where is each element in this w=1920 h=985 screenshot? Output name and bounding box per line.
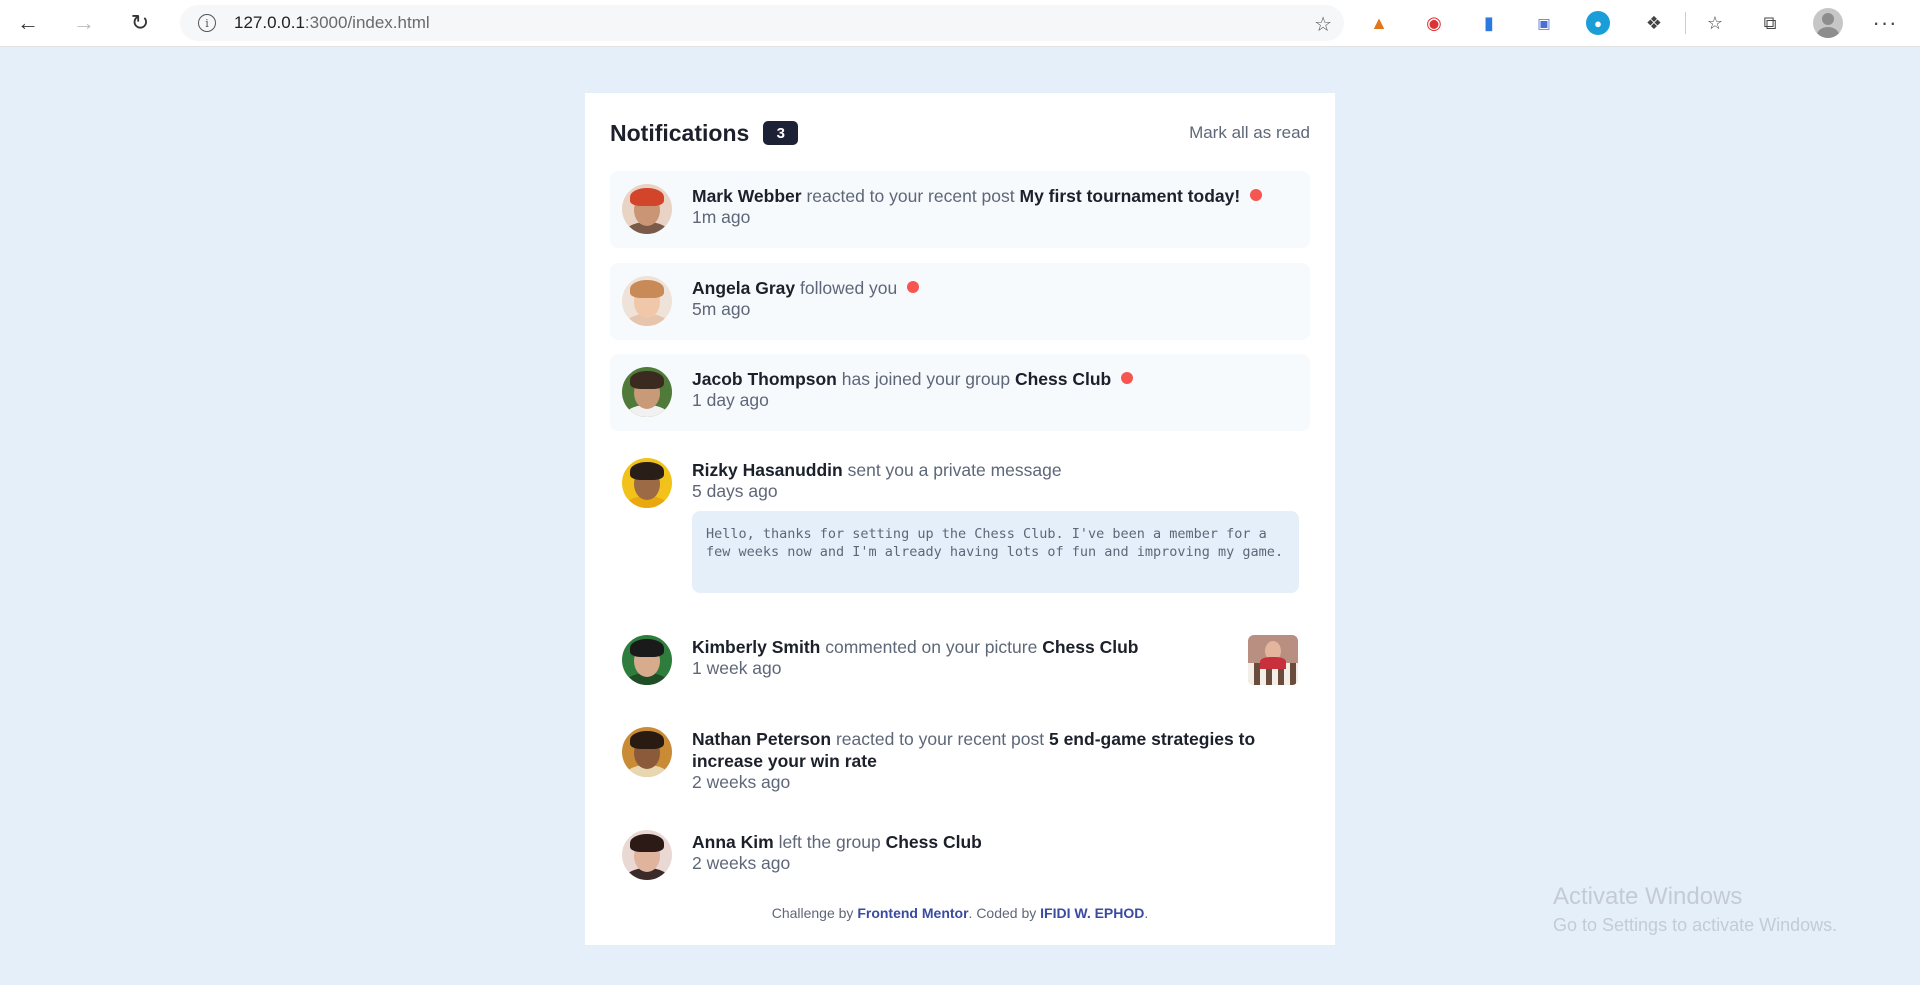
add-favorite-icon[interactable]: ☆ (1314, 12, 1332, 37)
notification-user-name[interactable]: Nathan Peterson (692, 729, 831, 749)
notification-time: 1 week ago (692, 658, 782, 678)
avatar (622, 276, 672, 326)
private-message[interactable]: Hello, thanks for setting up the Chess C… (692, 511, 1299, 593)
windows-activation-watermark: Activate Windows Go to Settings to activ… (1553, 883, 1837, 936)
reload-icon[interactable]: ↻ (112, 0, 168, 47)
notification-item[interactable]: Kimberly Smith commented on your picture… (610, 622, 1310, 699)
unread-count-badge: 3 (763, 121, 799, 145)
notification-action: has joined your group (841, 369, 1011, 389)
unread-dot-icon (907, 281, 920, 293)
avatar (622, 727, 672, 777)
notification-text: Anna Kim left the group Chess Club (692, 831, 1302, 853)
avatar (622, 367, 672, 417)
notification-action: followed you (799, 278, 898, 298)
unread-dot-icon (1121, 372, 1134, 384)
site-info-icon[interactable]: i (198, 14, 216, 32)
notification-text: Nathan Peterson reacted to your recent p… (692, 728, 1302, 772)
notification-item[interactable]: Nathan Peterson reacted to your recent p… (610, 714, 1310, 814)
notification-item[interactable]: Angela Gray followed you 5m ago (610, 263, 1310, 340)
avatar (622, 635, 672, 685)
notification-item[interactable]: Anna Kim left the group Chess Club 2 wee… (610, 817, 1310, 894)
url-path: :3000/index.html (304, 13, 430, 32)
notification-time: 1 day ago (692, 390, 769, 410)
address-bar[interactable]: i 127.0.0.1:3000/index.html ☆ (180, 5, 1344, 41)
notification-text: Rizky Hasanuddin sent you a private mess… (692, 459, 1302, 481)
footer-middle: . Coded by (968, 905, 1037, 921)
attribution-footer: Challenge by Frontend Mentor. Coded by I… (585, 905, 1335, 921)
avatar (622, 458, 672, 508)
fox-extension-icon[interactable]: ▲ (1366, 10, 1392, 36)
notification-action: left the group (778, 832, 881, 852)
frontend-mentor-link[interactable]: Frontend Mentor (857, 905, 968, 921)
collections-icon[interactable]: ⧉ (1757, 10, 1783, 36)
forward-arrow-icon[interactable]: → (56, 0, 112, 47)
notification-user-name[interactable]: Anna Kim (692, 832, 774, 852)
footer-suffix: . (1144, 905, 1149, 921)
favorites-icon[interactable]: ☆ (1702, 10, 1728, 36)
notification-text: Jacob Thompson has joined your group Che… (692, 368, 1302, 390)
notification-target[interactable]: Chess Club (886, 832, 982, 852)
more-menu-icon[interactable]: ··· (1872, 10, 1898, 36)
notification-target[interactable]: Chess Club (1015, 369, 1111, 389)
extensions-puzzle-icon[interactable]: ❖ (1641, 10, 1667, 36)
watermark-title: Activate Windows (1553, 883, 1743, 910)
notification-time: 2 weeks ago (692, 853, 791, 873)
profile-avatar-icon[interactable] (1813, 8, 1843, 38)
notification-time: 5 days ago (692, 481, 778, 501)
url-host: 127.0.0.1 (234, 13, 305, 32)
notification-text: Angela Gray followed you (692, 277, 1302, 299)
notification-time: 1m ago (692, 207, 751, 227)
mark-all-read-button[interactable]: Mark all as read (1189, 123, 1310, 143)
browser-toolbar: ← → ↻ i 127.0.0.1:3000/index.html ☆ ▲ ◉ … (0, 0, 1920, 47)
page-title: Notifications (610, 119, 750, 146)
avatar (622, 184, 672, 234)
notification-item[interactable]: Mark Webber reacted to your recent post … (610, 171, 1310, 248)
notification-time: 2 weeks ago (692, 772, 791, 792)
author-link[interactable]: IFIDI W. EPHOD (1040, 905, 1144, 921)
notification-user-name[interactable]: Angela Gray (692, 278, 795, 298)
notification-action: commented on your picture (825, 637, 1038, 657)
back-arrow-icon[interactable]: ← (0, 0, 56, 47)
footer-prefix: Challenge by (771, 905, 854, 921)
avatar (622, 830, 672, 880)
notification-action: sent you a private message (847, 460, 1062, 480)
watermark-subtitle: Go to Settings to activate Windows. (1553, 915, 1838, 935)
notification-user-name[interactable]: Jacob Thompson (692, 369, 837, 389)
notification-text: Kimberly Smith commented on your picture… (692, 636, 1302, 658)
toolbar-divider (1685, 12, 1686, 34)
notification-user-name[interactable]: Rizky Hasanuddin (692, 460, 843, 480)
notification-target[interactable]: My first tournament today! (1020, 186, 1241, 206)
notification-action: reacted to your recent post (835, 729, 1045, 749)
notification-item[interactable]: Jacob Thompson has joined your group Che… (610, 354, 1310, 431)
chess-picture-thumbnail[interactable] (1248, 635, 1298, 685)
phone-extension-icon[interactable]: ▮ (1476, 10, 1502, 36)
screen-record-extension-icon[interactable]: ◉ (1421, 10, 1447, 36)
translate-extension-icon[interactable]: ● (1586, 11, 1610, 35)
unread-dot-icon (1250, 189, 1263, 201)
notification-text: Mark Webber reacted to your recent post … (692, 185, 1302, 207)
notification-time: 5m ago (692, 299, 751, 319)
notification-user-name[interactable]: Mark Webber (692, 186, 802, 206)
monitor-extension-icon[interactable]: ▣ (1531, 10, 1557, 36)
notification-target[interactable]: Chess Club (1042, 637, 1138, 657)
notifications-card: Notifications 3 Mark all as read Mark We… (585, 93, 1335, 945)
card-header: Notifications 3 Mark all as read (610, 113, 1310, 153)
notification-action: reacted to your recent post (806, 186, 1015, 206)
notification-user-name[interactable]: Kimberly Smith (692, 637, 820, 657)
notification-item[interactable]: Rizky Hasanuddin sent you a private mess… (610, 445, 1310, 615)
